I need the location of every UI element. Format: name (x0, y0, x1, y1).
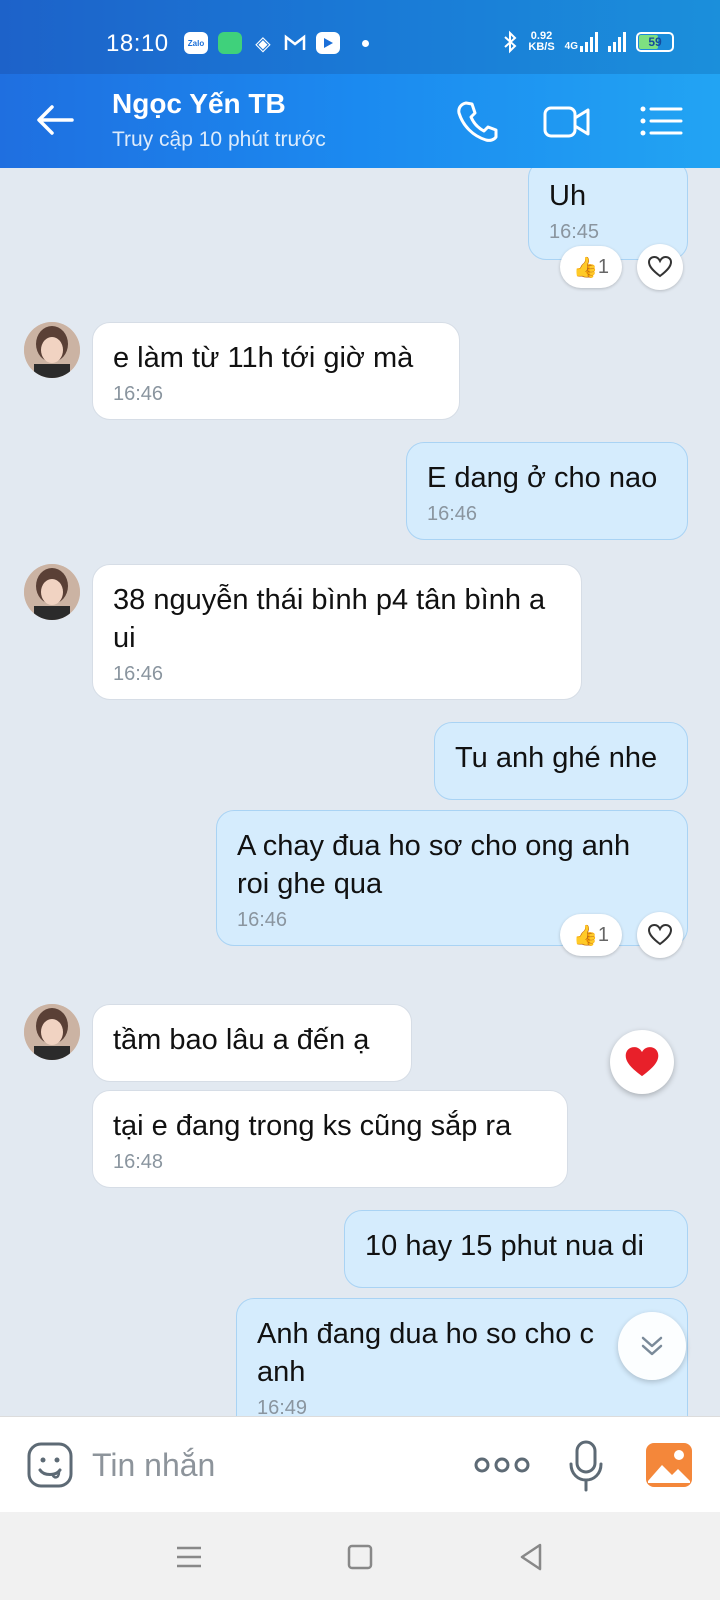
reaction-badge[interactable]: 👍 1 (560, 246, 622, 288)
chat-messages-area[interactable]: Uh 16:45 👍 1 e làm từ 11h tới giờ mà 16:4… (0, 168, 720, 1416)
heart-outline-icon (647, 923, 673, 946)
reaction-count: 1 (597, 923, 610, 946)
message-text: Anh đang dua ho so cho c anh (257, 1318, 594, 1388)
scroll-to-bottom-button[interactable] (618, 1312, 686, 1380)
contact-avatar[interactable] (24, 564, 80, 620)
back-arrow-icon[interactable] (32, 96, 80, 144)
battery-level: 59 (648, 35, 662, 49)
last-seen-status: Truy cập 10 phút trước (112, 128, 326, 151)
heart-outline-icon (647, 255, 673, 278)
message-text: E dang ở cho nao (427, 462, 658, 494)
contact-name[interactable]: Ngọc Yến TB (112, 88, 286, 120)
contact-avatar[interactable] (24, 322, 80, 378)
diamond-app-icon: ◈ (255, 32, 271, 55)
chat-app-icon (218, 32, 242, 54)
thumbs-up-icon: 👍 (572, 256, 598, 279)
gmail-icon (284, 32, 306, 54)
message-text: e làm từ 11h tới giờ mà (113, 342, 414, 374)
more-notifications-dot (362, 39, 369, 47)
image-gallery-icon[interactable] (644, 1441, 694, 1489)
zalo-icon: Zalo (184, 32, 208, 54)
message-time: 16:45 (549, 221, 600, 243)
message-bubble-incoming[interactable]: e làm từ 11h tới giờ mà 16:46 (92, 322, 460, 420)
message-text: tại e đang trong ks cũng sắp ra (113, 1110, 512, 1142)
emoji-icon[interactable] (26, 1441, 74, 1489)
message-input[interactable]: Tin nhắn (92, 1447, 215, 1484)
system-navigation-bar (0, 1512, 720, 1600)
contact-avatar[interactable] (24, 1004, 80, 1060)
message-bubble-outgoing[interactable]: Tu anh ghé nhe (434, 722, 688, 800)
message-time: 16:46 (113, 663, 164, 685)
message-time: 16:49 (257, 1397, 308, 1416)
message-text: A chay đua ho sơ cho ong anh roi ghe qua (237, 830, 631, 900)
bluetooth-icon (504, 30, 517, 54)
status-time: 18:10 (106, 30, 169, 57)
message-text: tầm bao lâu a đến ạ (113, 1024, 370, 1056)
message-bubble-incoming[interactable]: tại e đang trong ks cũng sắp ra 16:48 (92, 1090, 568, 1188)
back-button-icon[interactable] (514, 1540, 548, 1574)
signal-2-icon (608, 32, 626, 52)
menu-list-icon[interactable] (636, 96, 686, 146)
thumbs-up-icon: 👍 (572, 924, 598, 947)
message-bubble-incoming[interactable]: tầm bao lâu a đến ạ (92, 1004, 412, 1082)
phone-call-icon[interactable] (452, 96, 502, 146)
double-chevron-down-icon (641, 1336, 663, 1356)
status-right: 0.92 KB/S 4G 59 (502, 30, 674, 54)
message-bubble-outgoing[interactable]: 10 hay 15 phut nua di (344, 1210, 688, 1288)
status-bar: 18:10 Zalo ◈ 0.92 KB/S 4G 59 (0, 0, 720, 74)
network-speed: 0.92 KB/S (528, 30, 555, 53)
message-text: Tu anh ghé nhe (455, 742, 658, 774)
chat-header: Ngọc Yến TB Truy cập 10 phút trước (0, 74, 720, 168)
heart-filled-icon (625, 1047, 659, 1077)
home-button-icon[interactable] (343, 1540, 377, 1574)
battery-icon: 59 (636, 32, 674, 52)
reaction-badge[interactable]: 👍 1 (560, 914, 622, 956)
message-bubble-incoming[interactable]: 38 nguyễn thái bình p4 tân bình a ui 16:… (92, 564, 582, 700)
signal-1-icon: 4G (565, 32, 598, 52)
message-text: 38 nguyễn thái bình p4 tân bình a ui (113, 584, 546, 654)
message-time: 16:48 (113, 1151, 164, 1173)
message-input-bar: Tin nhắn (0, 1416, 720, 1512)
message-time: 16:46 (113, 383, 164, 405)
message-bubble-outgoing[interactable]: E dang ở cho nao 16:46 (406, 442, 688, 540)
quick-heart-button[interactable] (610, 1030, 674, 1094)
message-text: 10 hay 15 phut nua di (365, 1230, 644, 1262)
message-text: Uh (549, 180, 587, 212)
recent-apps-icon[interactable] (172, 1540, 206, 1574)
react-heart-button[interactable] (637, 912, 683, 958)
react-heart-button[interactable] (637, 244, 683, 290)
microphone-icon[interactable] (566, 1439, 606, 1493)
reaction-count: 1 (597, 255, 610, 278)
video-call-icon[interactable] (542, 96, 592, 146)
more-options-icon[interactable] (474, 1451, 530, 1479)
video-app-icon (316, 32, 340, 54)
notification-icons: Zalo ◈ (184, 32, 369, 55)
message-time: 16:46 (427, 503, 478, 525)
